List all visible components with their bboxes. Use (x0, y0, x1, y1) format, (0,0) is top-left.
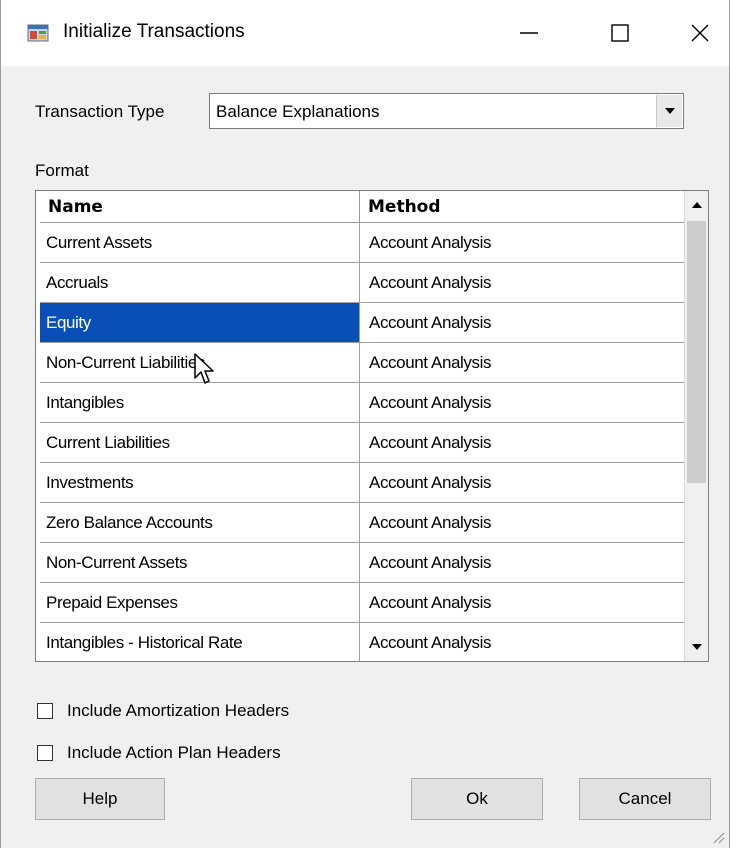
minimize-button[interactable] (506, 10, 552, 56)
mouse-cursor-icon (194, 353, 214, 384)
row-name-cell[interactable]: Prepaid Expenses (40, 583, 360, 622)
close-icon (691, 24, 709, 42)
window-title: Initialize Transactions (63, 21, 245, 42)
row-method-cell[interactable]: Account Analysis (360, 423, 684, 462)
format-grid[interactable]: Name Method Current Assets Account Analy… (35, 190, 709, 662)
column-header-method[interactable]: Method (360, 191, 684, 223)
row-method-cell[interactable]: Account Analysis (360, 303, 684, 342)
row-method-cell[interactable]: Account Analysis (360, 343, 684, 382)
transaction-type-select[interactable]: Balance Explanations (209, 93, 684, 129)
resize-grip-icon[interactable] (709, 828, 725, 844)
cancel-button[interactable]: Cancel (579, 778, 711, 820)
scroll-down-button[interactable] (685, 633, 708, 661)
table-row[interactable]: Non-Current Assets Account Analysis (40, 543, 684, 583)
action-plan-headers-checkbox[interactable]: Include Action Plan Headers (37, 743, 281, 763)
row-method-cell[interactable]: Account Analysis (360, 583, 684, 622)
row-method-cell[interactable]: Account Analysis (360, 543, 684, 582)
format-label: Format (35, 161, 89, 180)
row-name-cell[interactable]: Investments (40, 463, 360, 502)
table-row[interactable]: Accruals Account Analysis (40, 263, 684, 303)
amortization-headers-checkbox[interactable]: Include Amortization Headers (37, 701, 289, 721)
table-row[interactable]: Investments Account Analysis (40, 463, 684, 503)
table-row[interactable]: Prepaid Expenses Account Analysis (40, 583, 684, 623)
dropdown-arrow-icon (664, 108, 675, 114)
row-name-cell[interactable]: Current Assets (40, 223, 360, 262)
scroll-up-button[interactable] (685, 191, 708, 219)
scrollbar-thumb[interactable] (687, 221, 706, 483)
row-name-cell[interactable]: Intangibles (40, 383, 360, 422)
row-method-cell[interactable]: Account Analysis (360, 623, 684, 661)
row-method-cell[interactable]: Account Analysis (360, 263, 684, 302)
row-name-cell[interactable]: Intangibles - Historical Rate (40, 623, 360, 661)
initialize-transactions-dialog: Initialize Transactions Transaction Type… (0, 0, 730, 848)
table-row[interactable]: Intangibles Account Analysis (40, 383, 684, 423)
minimize-icon (520, 32, 538, 34)
row-method-cell[interactable]: Account Analysis (360, 223, 684, 262)
column-header-name[interactable]: Name (40, 191, 360, 223)
ok-button[interactable]: Ok (411, 778, 543, 820)
maximize-button[interactable] (597, 10, 643, 56)
format-grid-body: Name Method Current Assets Account Analy… (40, 191, 684, 661)
maximize-icon (611, 24, 629, 42)
grid-vertical-scrollbar[interactable] (684, 191, 708, 661)
table-row[interactable]: Intangibles - Historical Rate Account An… (40, 623, 684, 661)
arrow-up-icon (691, 202, 702, 208)
table-row[interactable]: Current Assets Account Analysis (40, 223, 684, 263)
amortization-headers-checkbox-box[interactable] (37, 703, 53, 719)
app-window-icon (27, 24, 49, 42)
table-row[interactable]: Zero Balance Accounts Account Analysis (40, 503, 684, 543)
transaction-type-value: Balance Explanations (216, 102, 380, 121)
row-method-cell[interactable]: Account Analysis (360, 503, 684, 542)
action-plan-headers-checkbox-box[interactable] (37, 745, 53, 761)
transaction-type-label: Transaction Type (35, 102, 165, 121)
title-bar[interactable]: Initialize Transactions (1, 0, 729, 66)
grid-header: Name Method (40, 191, 684, 223)
action-plan-headers-label: Include Action Plan Headers (67, 743, 281, 762)
row-name-cell[interactable]: Accruals (40, 263, 360, 302)
table-row[interactable]: Current Liabilities Account Analysis (40, 423, 684, 463)
arrow-down-icon (691, 644, 702, 650)
close-button[interactable] (677, 10, 723, 56)
row-name-cell[interactable]: Equity (40, 303, 360, 342)
row-method-cell[interactable]: Account Analysis (360, 463, 684, 502)
row-name-cell[interactable]: Non-Current Assets (40, 543, 360, 582)
row-name-cell[interactable]: Current Liabilities (40, 423, 360, 462)
amortization-headers-label: Include Amortization Headers (67, 701, 290, 720)
help-button[interactable]: Help (35, 778, 165, 820)
row-method-cell[interactable]: Account Analysis (360, 383, 684, 422)
table-row[interactable]: Non-Current Liabilities Account Analysis (40, 343, 684, 383)
row-name-cell[interactable]: Zero Balance Accounts (40, 503, 360, 542)
transaction-type-dropdown-button[interactable] (656, 95, 682, 127)
table-row-selected[interactable]: Equity Account Analysis (40, 303, 684, 343)
